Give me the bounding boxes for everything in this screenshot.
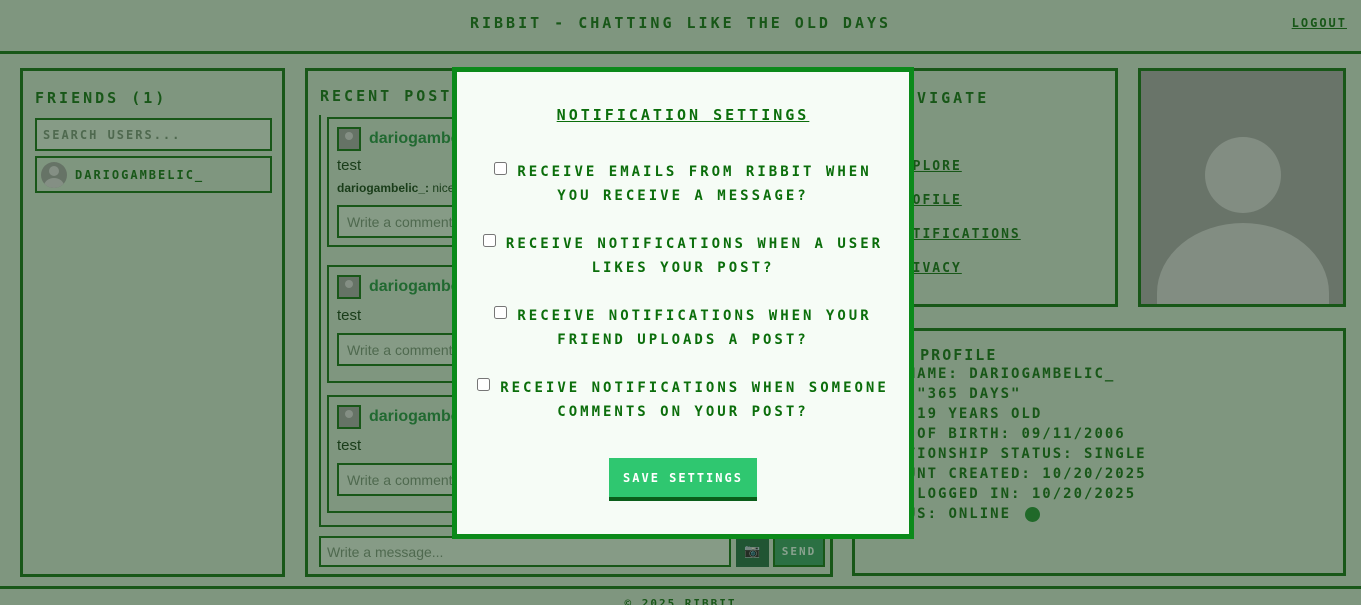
notify-on-like-checkbox[interactable] [482,234,496,247]
option-label: Receive emails from Ribbit when you rece… [517,164,872,204]
notify-on-friend-post-option[interactable]: Receive notifications when your friend u… [477,304,889,352]
notify-on-like-option[interactable]: Receive notifications when a user likes … [477,232,889,280]
option-label: Receive notifications when someone comme… [500,380,889,420]
notify-on-comment-checkbox[interactable] [477,378,491,391]
email-on-message-option[interactable]: Receive emails from Ribbit when you rece… [477,160,889,208]
modal-title: Notification Settings [556,106,810,124]
notify-on-friend-post-checkbox[interactable] [494,306,508,319]
save-settings-button[interactable]: Save Settings [609,458,757,501]
option-label: Receive notifications when your friend u… [517,308,872,348]
notification-settings-modal: Notification Settings Receive emails fro… [452,67,914,539]
email-on-message-checkbox[interactable] [494,162,508,175]
notify-on-comment-option[interactable]: Receive notifications when someone comme… [471,376,895,424]
option-label: Receive notifications when a user likes … [505,236,884,276]
